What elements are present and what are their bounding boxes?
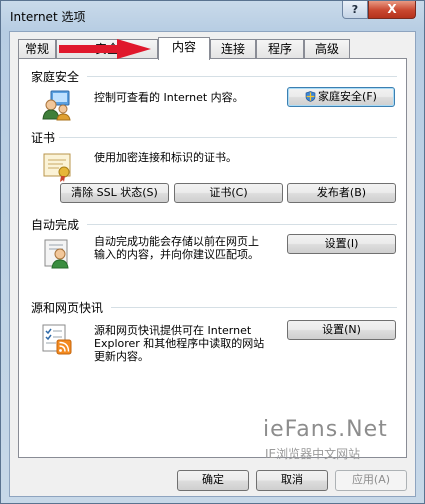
feeds-heading: 源和网页快讯 xyxy=(31,301,104,315)
feeds-description-line2: Explorer 和其他程序中读取的网站 xyxy=(94,337,265,350)
feeds-description-line1: 源和网页快讯提供可在 Internet xyxy=(94,324,252,337)
internet-options-window: Internet 选项 ? X 常规 安全 内容 连接 程序 高级 家庭安全 xyxy=(0,0,425,504)
family-safety-button[interactable]: 家庭安全(F) xyxy=(287,87,395,107)
watermark-site-name: ieFans.Net xyxy=(263,417,388,442)
certificates-button[interactable]: 证书(C) xyxy=(174,183,283,203)
annotation-arrow xyxy=(59,39,151,62)
cancel-button[interactable]: 取消 xyxy=(256,470,328,491)
autocomplete-description-line2: 输入的内容，并向你建议匹配项。 xyxy=(94,248,259,261)
clear-ssl-state-button[interactable]: 清除 SSL 状态(S) xyxy=(60,183,169,203)
certificates-heading: 证书 xyxy=(31,131,56,145)
family-safety-heading: 家庭安全 xyxy=(31,70,80,84)
autocomplete-description-line1: 自动完成功能会存储以前在网页上 xyxy=(94,235,259,248)
family-safety-description: 控制可查看的 Internet 内容。 xyxy=(94,91,244,104)
certificates-description: 使用加密连接和标识的证书。 xyxy=(94,151,237,164)
publishers-button[interactable]: 发布者(B) xyxy=(287,183,396,203)
family-safety-button-label: 家庭安全(F) xyxy=(318,90,377,103)
apply-button[interactable]: 应用(A) xyxy=(335,470,407,491)
tab-programs[interactable]: 程序 xyxy=(256,39,304,59)
section-divider xyxy=(87,224,397,225)
autocomplete-settings-button[interactable]: 设置(I) xyxy=(287,234,396,254)
tab-general[interactable]: 常规 xyxy=(18,39,56,59)
autocomplete-heading: 自动完成 xyxy=(31,218,80,232)
close-button[interactable]: X xyxy=(368,1,416,19)
shield-icon xyxy=(305,90,316,102)
tab-advanced[interactable]: 高级 xyxy=(304,39,350,59)
autocomplete-user-icon xyxy=(41,237,73,269)
family-users-icon xyxy=(41,89,73,121)
certificate-icon xyxy=(41,151,73,183)
title-bar[interactable]: Internet 选项 ? X xyxy=(1,1,424,31)
help-button[interactable]: ? xyxy=(342,1,368,19)
tab-connections[interactable]: 连接 xyxy=(210,39,256,59)
watermark-site-subtitle: IE浏览器中文网站 xyxy=(265,447,361,461)
feeds-icon xyxy=(41,323,73,355)
section-divider xyxy=(111,307,397,308)
section-divider xyxy=(87,76,397,77)
feeds-description-line3: 更新内容。 xyxy=(94,350,149,363)
window-title: Internet 选项 xyxy=(10,10,86,24)
ok-button[interactable]: 确定 xyxy=(177,470,249,491)
section-divider xyxy=(59,137,397,138)
content-tab-panel: 家庭安全 控制可查看的 Internet 内容。 家庭安全(F) 证书 使用加密… xyxy=(18,58,407,458)
tab-content[interactable]: 内容 xyxy=(158,37,210,60)
feeds-settings-button[interactable]: 设置(N) xyxy=(287,320,396,340)
